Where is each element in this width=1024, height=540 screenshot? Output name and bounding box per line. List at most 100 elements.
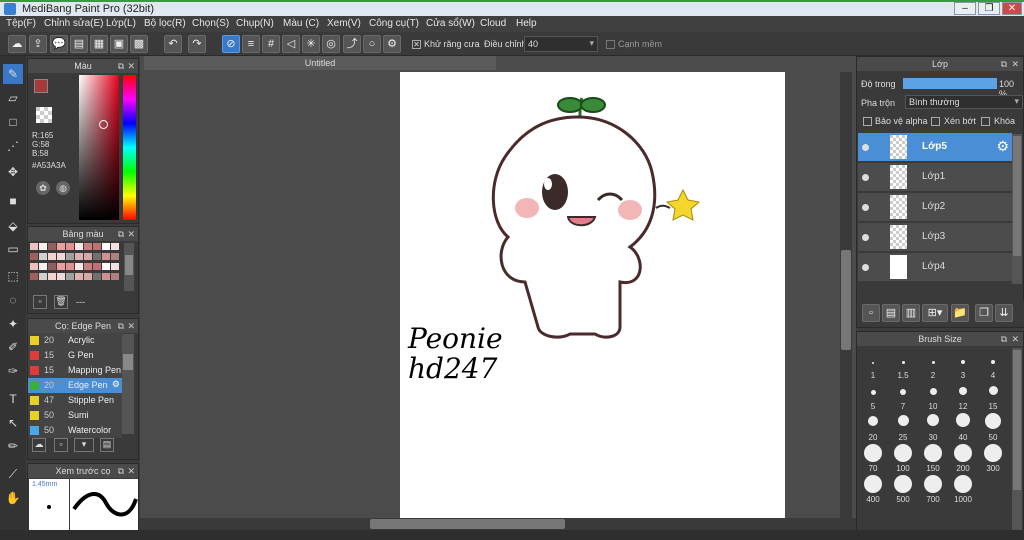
grid-icon[interactable]: ▩ — [130, 35, 148, 53]
close-button[interactable]: ✕ — [1002, 2, 1022, 15]
popout-icon[interactable]: ⧉ — [118, 464, 124, 478]
undo-icon[interactable]: ↶ — [164, 35, 182, 53]
delete-color-icon[interactable]: 🗑 — [54, 295, 68, 309]
palette-swatch[interactable] — [84, 263, 92, 270]
brush-size-scrollbar[interactable] — [1012, 348, 1022, 538]
menu-snap[interactable]: Chụp(N) — [236, 18, 274, 29]
popout-icon[interactable]: ⧉ — [118, 59, 124, 73]
palette-swatch[interactable] — [111, 253, 119, 260]
new-layer-icon[interactable]: ▫ — [862, 304, 880, 322]
palette-swatch[interactable] — [75, 253, 83, 260]
palette-swatch[interactable] — [39, 263, 47, 270]
palette-swatch[interactable] — [84, 243, 92, 250]
add-brush-icon[interactable]: ▫ — [54, 438, 68, 452]
palette-swatch[interactable] — [48, 253, 56, 260]
divide-tool-icon[interactable]: ✏ — [3, 436, 23, 456]
lasso-tool-icon[interactable]: ◌ — [3, 290, 23, 310]
brush-size-option[interactable]: 500 — [888, 474, 918, 504]
brush-size-option[interactable]: 1 — [858, 350, 888, 380]
snap-off-icon[interactable]: ⊘ — [222, 35, 240, 53]
comment-icon[interactable]: 💬 — [50, 35, 68, 53]
document-canvas[interactable]: Peonie hd247 — [400, 72, 785, 518]
menu-color[interactable]: Màu (C) — [283, 18, 319, 29]
palette-scrollbar[interactable] — [124, 243, 134, 291]
add-layer-menu-icon[interactable]: ⊞▾ — [922, 304, 948, 322]
palette-swatch[interactable] — [66, 263, 74, 270]
clipping-checkbox[interactable] — [931, 117, 940, 126]
brush-size-option[interactable]: 300 — [978, 443, 1008, 473]
lock-checkbox[interactable] — [981, 117, 990, 126]
brush-list-item[interactable]: 47 Stipple Pen — [28, 393, 122, 408]
color-picker-handle[interactable] — [99, 120, 108, 129]
brush-size-option[interactable]: 20 — [858, 412, 888, 442]
palette-swatch[interactable] — [93, 263, 101, 270]
maximize-button[interactable]: ❐ — [978, 2, 1000, 15]
scroll-thumb[interactable] — [370, 519, 565, 529]
popout-icon[interactable]: ⧉ — [1001, 57, 1007, 71]
hand-tool-icon[interactable]: ✋ — [3, 488, 23, 508]
visibility-eye-icon[interactable] — [862, 204, 869, 211]
brush-size-option[interactable]: 7 — [888, 381, 918, 411]
palette-swatch-grid[interactable] — [30, 243, 119, 291]
brush-size-option[interactable]: 2 — [918, 350, 948, 380]
layer-row[interactable]: Lớp2 — [858, 193, 1012, 222]
palette-swatch[interactable] — [57, 263, 65, 270]
new-halftone-layer-icon[interactable]: ▤ — [882, 304, 900, 322]
palette-swatch[interactable] — [66, 243, 74, 250]
brush-size-option[interactable]: 5 — [858, 381, 888, 411]
menu-layer[interactable]: Lớp(L) — [106, 18, 136, 29]
brush-size-option[interactable]: 400 — [858, 474, 888, 504]
circle-snap-icon[interactable]: ○ — [363, 35, 381, 53]
brush-menu-icon[interactable]: ▾ — [74, 438, 94, 452]
soft-edge-checkbox[interactable] — [606, 40, 615, 49]
brush-tool-icon[interactable]: ✎ — [3, 64, 23, 84]
upload-icon[interactable]: ⇪ — [29, 35, 47, 53]
dot-tool-icon[interactable]: ⋰ — [3, 136, 23, 156]
popout-icon[interactable]: ⧉ — [118, 227, 124, 241]
layer-row[interactable]: Lớp3 — [858, 223, 1012, 252]
palette-swatch[interactable] — [75, 263, 83, 270]
visibility-eye-icon[interactable] — [862, 264, 869, 271]
menu-cloud[interactable]: Cloud — [480, 18, 506, 29]
brush-list-item[interactable]: 20 Acrylic — [28, 333, 122, 348]
layer-row[interactable]: Lớp4 — [858, 253, 1012, 282]
menu-help[interactable]: Help — [516, 18, 537, 29]
palette-swatch[interactable] — [84, 253, 92, 260]
palette-swatch[interactable] — [30, 263, 38, 270]
close-icon[interactable]: ✕ — [127, 227, 135, 241]
brush-size-option[interactable]: 4 — [978, 350, 1008, 380]
brush-size-option[interactable]: 50 — [978, 412, 1008, 442]
parallel-snap-icon[interactable]: ≡ — [242, 35, 260, 53]
move-tool-icon[interactable]: ✥ — [3, 162, 23, 182]
saturation-value-picker[interactable] — [79, 75, 119, 220]
palette-swatch[interactable] — [30, 273, 38, 280]
brush-size-option[interactable]: 100 — [888, 443, 918, 473]
horizontal-scrollbar[interactable] — [140, 518, 856, 530]
visibility-eye-icon[interactable] — [862, 174, 869, 181]
brush-size-option[interactable]: 40 — [948, 412, 978, 442]
merge-down-icon[interactable]: ⇊ — [995, 304, 1013, 322]
menu-window[interactable]: Cửa sổ(W) — [426, 18, 475, 29]
brush-size-option[interactable]: 700 — [918, 474, 948, 504]
close-icon[interactable]: ✕ — [1011, 57, 1019, 71]
chat-icon[interactable]: ▤ — [70, 35, 88, 53]
popout-icon[interactable]: ⧉ — [118, 319, 124, 333]
brush-list-item[interactable]: 50 Sumi — [28, 408, 122, 423]
layer-row[interactable]: Lớp1 — [858, 163, 1012, 192]
magic-wand-icon[interactable]: ✦ — [3, 314, 23, 334]
cloud-icon[interactable]: ☁ — [8, 35, 26, 53]
brush-list-scrollbar[interactable] — [122, 334, 134, 434]
text-tool-icon[interactable]: T — [3, 389, 23, 409]
perspective-snap-icon[interactable]: ◁ — [282, 35, 300, 53]
menu-tools[interactable]: Công cụ(T) — [369, 18, 419, 29]
settings-gear-icon[interactable]: ⚙ — [383, 35, 401, 53]
new-folder-icon[interactable]: 📁 — [951, 304, 969, 322]
opacity-slider[interactable] — [903, 78, 997, 89]
brush-settings-icon[interactable]: ▤ — [100, 438, 114, 452]
menu-select[interactable]: Chọn(S) — [192, 18, 229, 29]
close-icon[interactable]: ✕ — [127, 319, 135, 333]
layer-settings-gear-icon[interactable]: ⚙ — [996, 138, 1009, 155]
color-wheel-icon[interactable]: ◍ — [56, 181, 70, 195]
popout-icon[interactable]: ⧉ — [1001, 332, 1007, 346]
brush-list-item[interactable]: 15 G Pen — [28, 348, 122, 363]
